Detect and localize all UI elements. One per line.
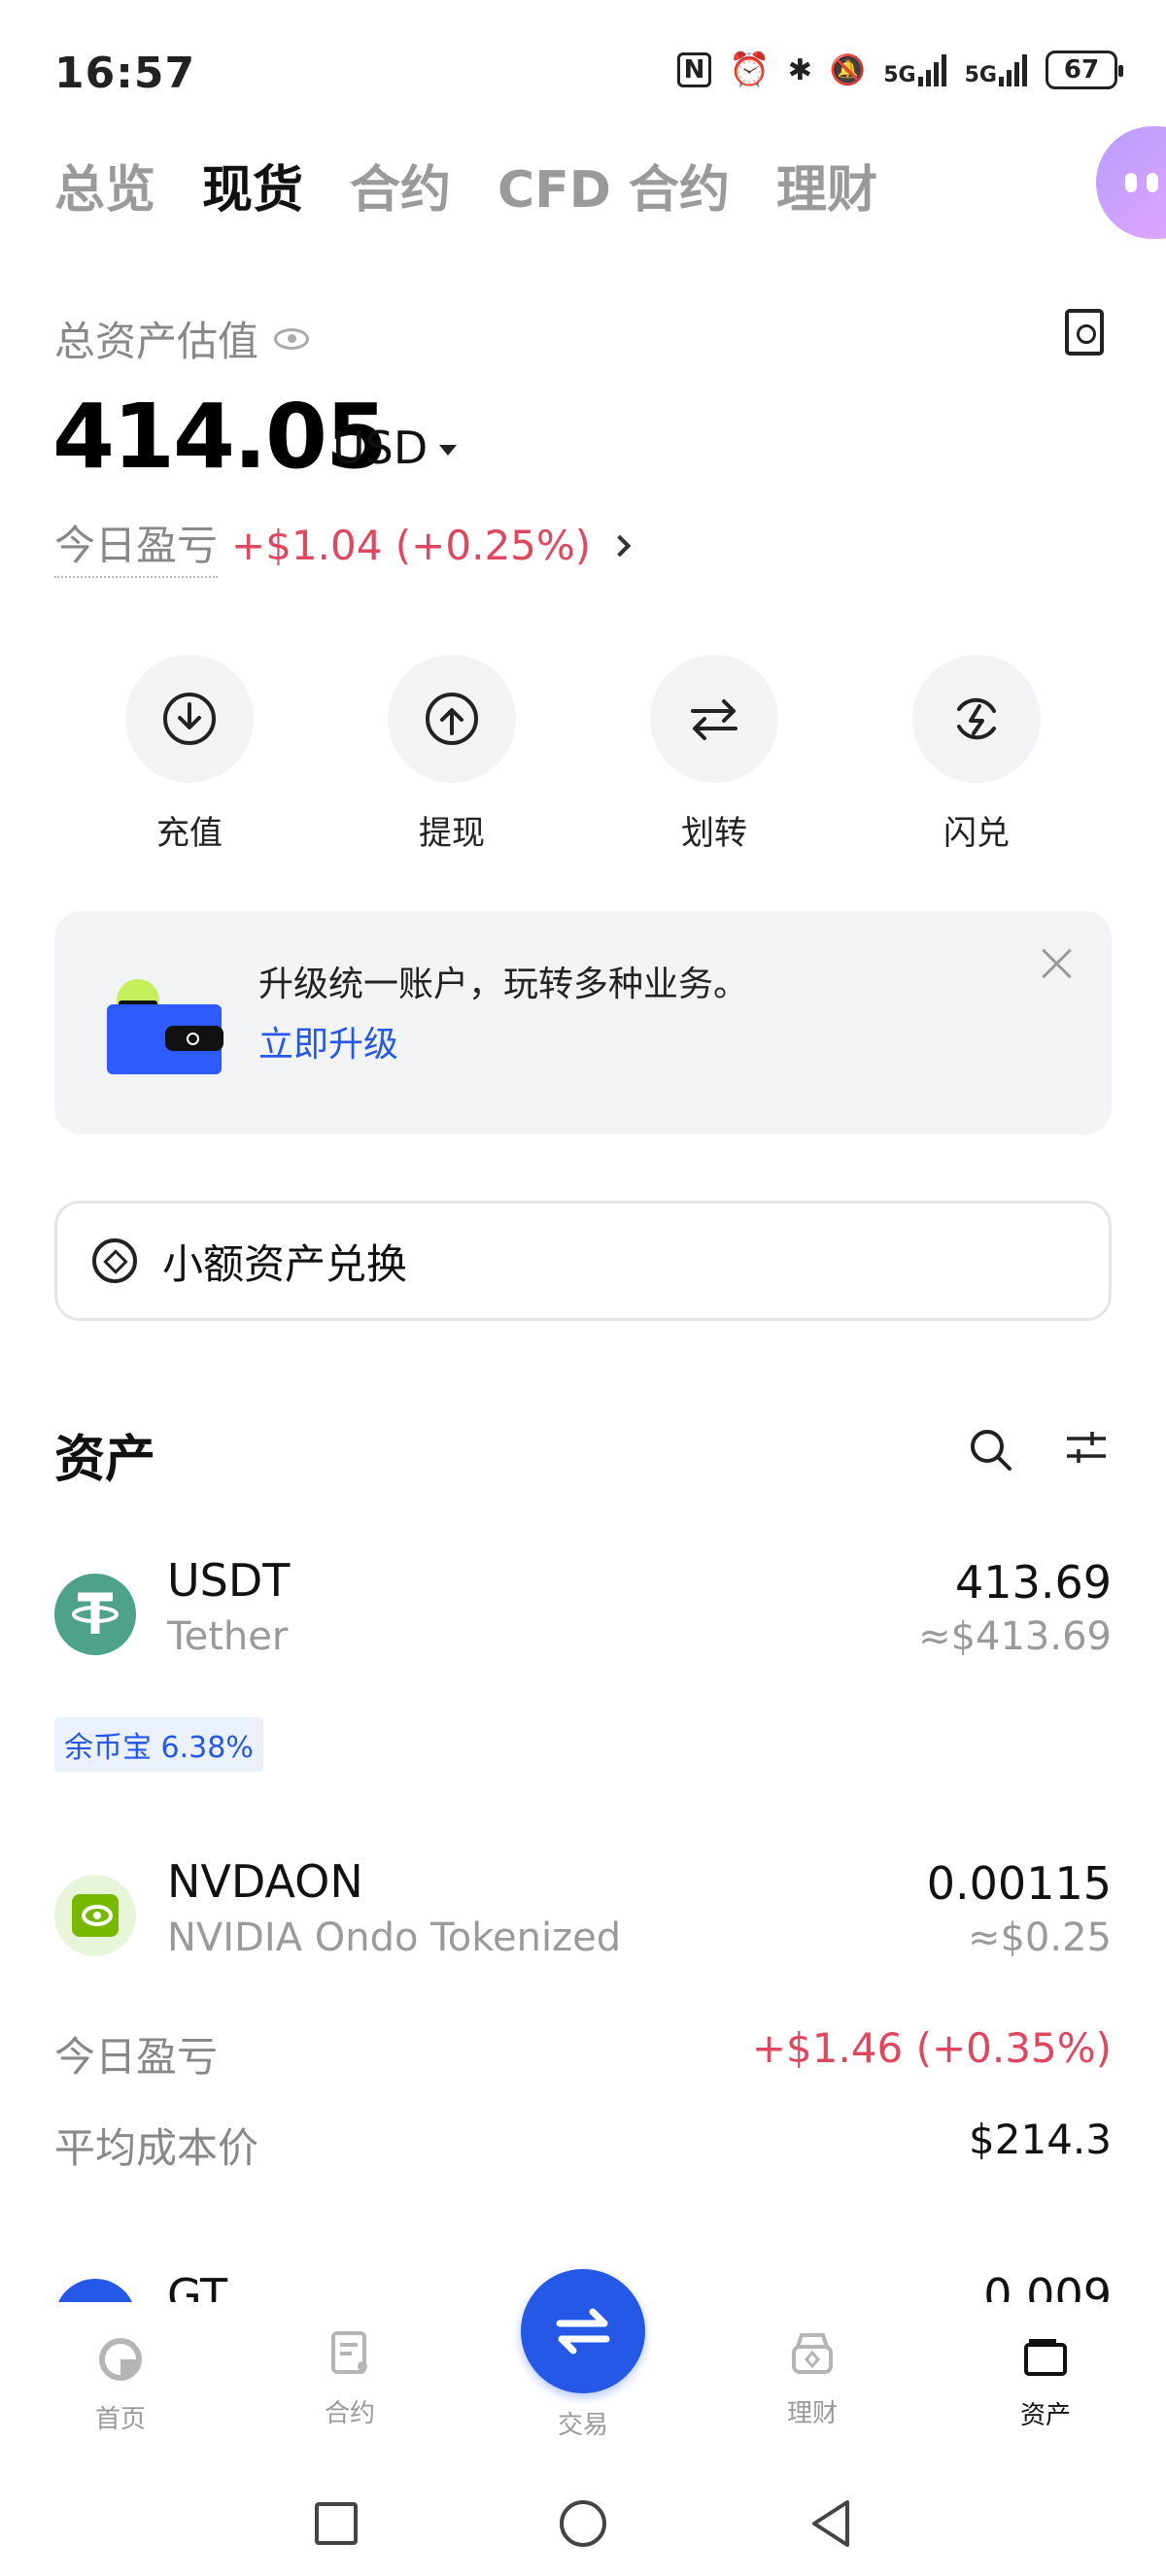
battery-icon: 67 [1046,51,1123,89]
tab-futures[interactable]: 合约 [350,149,451,221]
withdraw-icon [388,655,516,783]
asset-name: Tether [167,1614,289,1659]
asset-name: NVIDIA Ondo Tokenized [167,1915,622,1960]
wallet-icon [1024,2339,1067,2376]
flash-swap-icon [912,655,1041,783]
nav-futures[interactable]: 合约 [272,2329,428,2429]
total-assets-label: 总资产估值 [54,309,310,368]
nav-home[interactable]: 首页 [43,2335,198,2435]
alarm-icon: ⏰ [729,51,771,89]
today-pnl-label: 今日盈亏 [54,2033,219,2081]
mute-icon: 🔕 [829,52,867,87]
signal-icon-2: 5G [965,53,1028,86]
assets-section-title: 资产 [54,1431,156,1489]
futures-icon [331,2331,367,2374]
home-icon [99,2338,142,2381]
trade-icon [556,2308,610,2355]
wallet-illustration-icon [107,979,223,1076]
tab-overview[interactable]: 总览 [54,149,155,221]
today-pnl-value: +$1.04 (+0.25%) [231,522,592,569]
deposit-icon [125,655,254,783]
today-pnl-row[interactable]: 今日盈亏 +$1.04 (+0.25%) [54,513,632,578]
upgrade-now-link[interactable]: 立即升级 [258,1016,398,1067]
home-button-icon[interactable] [560,2500,606,2547]
tab-spot[interactable]: 现货 [202,149,303,221]
earn-yield-badge[interactable]: 余币宝 6.38% [54,1717,263,1772]
avg-cost-label: 平均成本价 [54,2124,259,2172]
tab-cfd[interactable]: CFD 合约 [497,149,730,221]
avg-cost-value: $214.3 [969,2116,1112,2163]
deposit-button[interactable]: 充值 [102,655,277,854]
asset-symbol: USDT [167,1554,291,1607]
top-tabs: 总览 现货 合约 CFD 合约 理财 [54,146,877,223]
eye-icon[interactable] [274,327,310,350]
search-icon[interactable] [967,1426,1015,1474]
diamond-swap-icon [92,1238,137,1283]
nav-earn[interactable]: 理财 [735,2329,890,2429]
status-bar: 16:57 N ⏰ ✱ 🔕 5G 5G 67 [0,0,1166,146]
close-icon[interactable] [1038,944,1077,983]
transfer-button[interactable]: 划转 [627,655,802,854]
banner-text: 升级统一账户，玩转多种业务。 [258,965,749,1004]
nvidia-coin-icon [54,1875,136,1956]
small-assets-swap-button[interactable]: 小额资产兑换 [54,1201,1112,1321]
asset-amount: 413.69 [955,1556,1112,1609]
earn-icon [792,2333,833,2374]
tether-coin-icon [54,1574,136,1655]
nfc-icon: N [676,52,712,87]
flash-swap-button[interactable]: 闪兑 [889,655,1064,854]
filter-sliders-icon[interactable] [1065,1426,1108,1469]
history-document-icon[interactable] [1065,309,1104,356]
today-pnl-value: +$1.46 (+0.35%) [751,2024,1112,2072]
signal-icon: 5G [883,53,946,86]
back-icon[interactable] [808,2498,853,2549]
asset-value: ≈$413.69 [918,1614,1112,1659]
status-time: 16:57 [54,49,196,98]
recent-apps-icon[interactable] [315,2502,358,2545]
withdraw-button[interactable]: 提现 [364,655,539,854]
asset-amount: 0.00115 [926,1857,1112,1910]
trade-button[interactable] [521,2269,645,2393]
nav-assets[interactable]: 资产 [968,2331,1123,2431]
system-nav-bar [0,2467,1166,2576]
tab-earn[interactable]: 理财 [776,149,877,221]
asset-amount: 0.009 [983,2269,1112,2302]
upgrade-banner[interactable]: 升级统一账户，玩转多种业务。 立即升级 [54,911,1112,1135]
chevron-right-icon [608,534,632,557]
currency-selector[interactable]: USD [332,422,428,474]
gt-coin-icon [54,2279,136,2302]
chevron-down-icon[interactable] [439,445,457,456]
asset-symbol: NVDAON [167,1855,363,1908]
asset-symbol: GT [167,2269,228,2302]
bluetooth-icon: ✱ [787,52,812,87]
transfer-icon [650,655,778,783]
status-icons: N ⏰ ✱ 🔕 5G 5G 67 [676,51,1123,89]
today-pnl-label: 今日盈亏 [54,513,219,578]
trade-label: 交易 [557,2411,608,2440]
asset-value: ≈$0.25 [967,1915,1112,1960]
